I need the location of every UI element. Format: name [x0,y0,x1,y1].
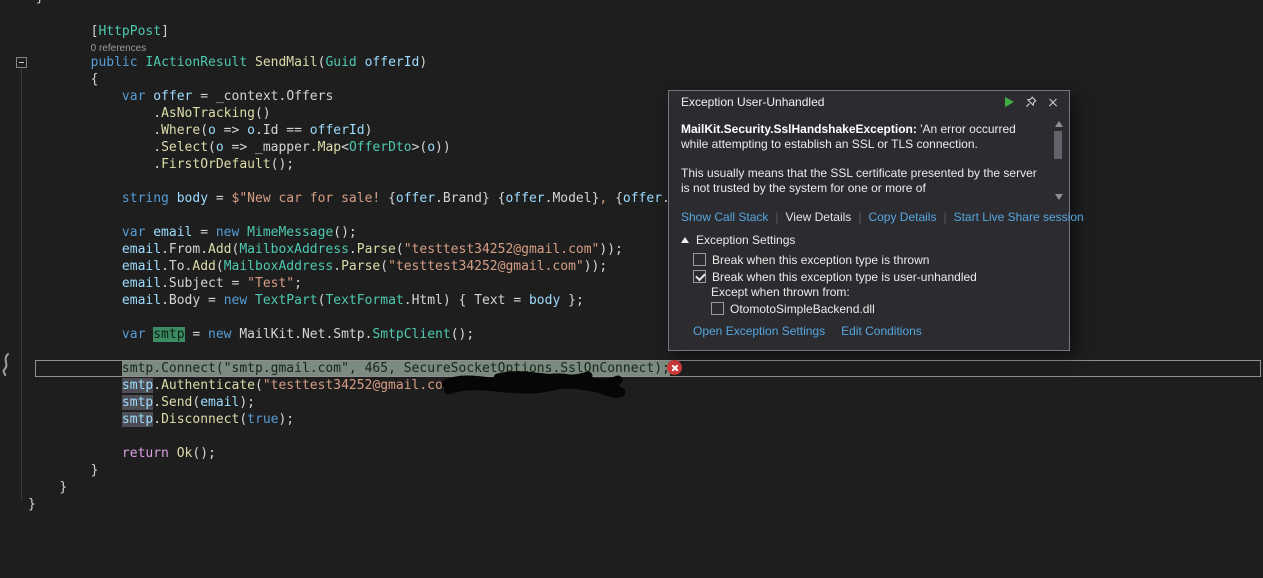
checkbox-unchecked[interactable] [711,302,724,315]
close-button[interactable] [1043,93,1063,111]
popup-link[interactable]: Show Call Stack [681,210,768,224]
code-line[interactable]: .Select(o => _mapper.Map<OfferDto>(o)) [0,139,1263,156]
checkbox-row: Break when this exception type is user-u… [693,268,1057,285]
exception-type: MailKit.Security.SslHandshakeException: [681,122,917,136]
code-line[interactable]: email.Subject = "Test"; [0,275,1263,292]
code-line[interactable]: } [0,479,1263,496]
code-line[interactable]: email.To.Add(MailboxAddress.Parse("testt… [0,258,1263,275]
code-line[interactable]: email.From.Add(MailboxAddress.Parse("tes… [0,241,1263,258]
exception-detail: This usually means that the SSL certific… [681,166,1037,195]
code-line[interactable]: public IActionResult SendMail(Guid offer… [0,54,1263,71]
code-line[interactable] [0,6,1263,23]
popup-action-links: Show Call Stack | View Details | Copy Detail… [669,208,1084,232]
settings-rows: Break when this exception type is thrown… [681,251,1057,317]
link-separator: | [943,210,947,224]
exception-popup: Exception User-Unhandled MailKit.Securit… [668,90,1084,351]
link-separator: | [775,210,779,224]
code-line[interactable]: return Ok(); [0,445,1263,462]
code-line[interactable]: } [0,496,1263,513]
code-line[interactable] [0,173,1263,190]
settings-links: Open Exception Settings Edit Conditions [693,324,1057,338]
pin-button[interactable] [1021,93,1041,111]
exception-settings-label: Exception Settings [696,233,796,247]
close-icon [1048,97,1058,107]
exception-error-icon[interactable] [667,360,682,375]
codelens-references[interactable]: 0 references [0,40,1263,54]
code-line[interactable]: .AsNoTracking() [0,105,1263,122]
exception-settings: Exception Settings Break when this excep… [669,232,1069,350]
exception-message-line: MailKit.Security.SslHandshakeException: … [681,122,1039,152]
code-line[interactable]: smtp.Disconnect(true); [0,411,1263,428]
code-line[interactable]: .Where(o => o.Id == offerId) [0,122,1263,139]
code-line[interactable]: smtp.Connect("smtp.gmail.com", 465, Secu… [0,360,1263,377]
code-line[interactable]: .FirstOrDefault(); [0,156,1263,173]
expander-icon [681,237,689,243]
link-separator: | [858,210,862,224]
checkbox-checked[interactable] [693,270,706,283]
code-line[interactable]: smtp.Authenticate("testtest34252@gmail.c… [0,377,1263,394]
checkbox-row: Break when this exception type is thrown [693,251,1057,268]
checkbox-label: OtomotoSimpleBackend.dll [730,301,875,316]
except-from-label: Except when thrown from: [711,285,850,299]
settings-link[interactable]: Edit Conditions [841,324,922,338]
play-icon [1004,97,1014,107]
scroll-up-icon[interactable] [1055,121,1063,127]
code-line[interactable]: } [0,462,1263,479]
continue-button[interactable] [999,93,1019,111]
message-scrollbar[interactable] [1053,121,1065,200]
fold-collapse-icon[interactable] [16,57,27,68]
code-line[interactable] [0,309,1263,326]
code-line[interactable] [0,428,1263,445]
code-line[interactable]: email.Body = new TextPart(TextFormat.Htm… [0,292,1263,309]
exception-settings-header[interactable]: Exception Settings [681,232,1057,248]
ink-mark [2,353,9,376]
popup-link[interactable]: Copy Details [868,210,936,224]
scrollbar-thumb[interactable] [1054,131,1062,159]
popup-title-bar: Exception User-Unhandled [669,91,1069,113]
exception-message: MailKit.Security.SslHandshakeException: … [669,113,1069,208]
ink-scribble-redaction [441,371,626,398]
code-line[interactable] [0,343,1263,360]
scroll-down-icon[interactable] [1055,194,1063,200]
code-line[interactable]: [HttpPost] [0,23,1263,40]
settings-link[interactable]: Open Exception Settings [693,324,825,338]
popup-link[interactable]: Start Live Share session [954,210,1084,224]
code-line[interactable]: smtp.Send(email); [0,394,1263,411]
popup-title: Exception User-Unhandled [681,95,825,109]
checkbox-unchecked[interactable] [693,253,706,266]
code-line[interactable]: { [0,71,1263,88]
checkbox-label: Break when this exception type is thrown [712,252,930,267]
popup-link[interactable]: View Details [786,210,852,224]
code-lines: } [HttpPost] 0 references public IAction… [0,0,1263,513]
code-line[interactable]: string body = $"New car for sale! {offer… [0,190,1263,207]
checkbox-row: OtomotoSimpleBackend.dll [711,300,1057,317]
code-line[interactable]: var smtp = new MailKit.Net.Smtp.SmtpClie… [0,326,1263,343]
pin-icon [1025,96,1037,108]
code-line[interactable]: var offer = _context.Offers [0,88,1263,105]
code-line[interactable]: var email = new MimeMessage(); [0,224,1263,241]
checkbox-label: Break when this exception type is user-u… [712,269,977,284]
code-editor[interactable]: } [HttpPost] 0 references public IAction… [0,0,1263,578]
